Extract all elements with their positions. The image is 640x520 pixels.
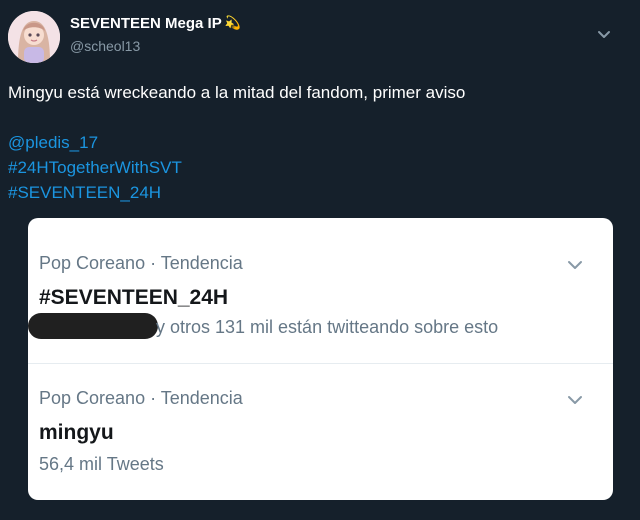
hashtag-link[interactable]: #SEVENTEEN_24H (8, 183, 161, 203)
hashtag-link[interactable]: #24HTogetherWithSVT (8, 158, 182, 178)
trend-item[interactable]: Pop Coreano · Tendencia #SEVENTEEN_24H y… (28, 218, 613, 363)
avatar-illustration (8, 11, 60, 63)
dizzy-emoji-icon: 💫 (224, 15, 241, 30)
trend-item[interactable]: Pop Coreano · Tendencia mingyu 56,4 mil … (28, 364, 613, 500)
tweet-menu-chevron-icon[interactable] (596, 28, 612, 40)
trend-meta: y otros 131 mil están twitteando sobre e… (156, 317, 499, 337)
trend-context: Pop Coreano · Tendencia (39, 253, 243, 273)
author-name-text: SEVENTEEN Mega IP (70, 15, 222, 32)
trend-menu-chevron-icon[interactable] (566, 258, 584, 270)
trend-meta: 56,4 mil Tweets (39, 454, 164, 474)
author-name[interactable]: SEVENTEEN Mega IP 💫 (70, 15, 241, 32)
trend-title: mingyu (39, 421, 114, 444)
tweet-text: Mingyu está wreckeando a la mitad del fa… (8, 83, 466, 102)
author-handle[interactable]: @scheol13 (70, 38, 140, 54)
redacted-names (28, 313, 158, 339)
trend-title: #SEVENTEEN_24H (39, 286, 229, 309)
tweet: SEVENTEEN Mega IP 💫 @scheol13 Mingyu está… (0, 0, 640, 520)
mention-link[interactable]: @pledis_17 (8, 133, 98, 153)
trend-context: Pop Coreano · Tendencia (39, 388, 243, 408)
trends-card: Pop Coreano · Tendencia #SEVENTEEN_24H y… (28, 218, 613, 500)
trend-menu-chevron-icon[interactable] (566, 393, 584, 405)
avatar[interactable] (8, 11, 60, 63)
